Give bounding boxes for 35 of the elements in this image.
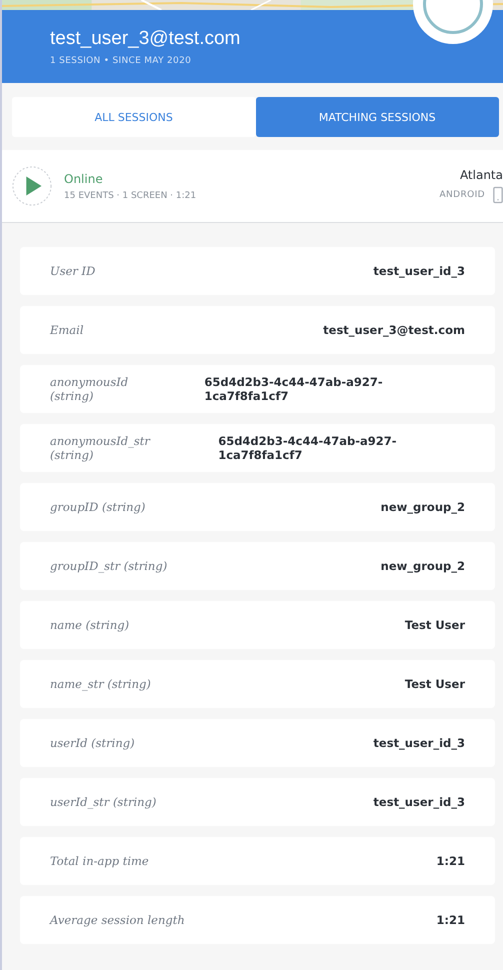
attribute-value: test_user_id_3 [373, 795, 465, 809]
attribute-value: Test User [404, 618, 465, 632]
attribute-value: new_group_2 [380, 500, 465, 514]
attribute-label: userId (string) [50, 736, 135, 750]
play-icon[interactable] [12, 166, 52, 206]
attribute-label: name_str (string) [50, 677, 151, 691]
attribute-label: groupID (string) [50, 500, 146, 514]
session-summary: 1 SESSION • SINCE MAY 2020 [50, 56, 192, 66]
session-status: Online [64, 172, 104, 186]
attribute-label: anonymousId_str (string) [50, 434, 152, 462]
phone-icon [493, 186, 503, 204]
tab[interactable]: ALL SESSIONS [12, 97, 256, 137]
attribute-label: userId_str (string) [50, 795, 156, 809]
session-row[interactable]: Online 15 EVENTS · 1 SCREEN · 1:21 Atlanta ANDROID [2, 150, 503, 223]
attribute-value: Test User [404, 677, 465, 691]
session-platform: ANDROID [439, 190, 485, 200]
attribute-label: Total in-app time [50, 854, 149, 868]
attribute-label: User ID [50, 264, 96, 278]
user-email: test_user_3@test.com [50, 28, 240, 50]
attribute-label: groupID_str (string) [50, 559, 168, 573]
attribute-label: anonymousId (string) [50, 375, 130, 403]
attribute-value: 65d4d2b3-4c44-47ab-a927-1ca7f8fa1cf7 [204, 375, 384, 403]
attribute-value: test_user_id_3 [373, 264, 465, 278]
attribute-value: 1:21 [436, 913, 465, 927]
attribute-value: test_user_3@test.com [323, 323, 465, 337]
attribute-value: 65d4d2b3-4c44-47ab-a927-1ca7f8fa1cf7 [218, 434, 398, 462]
session-details: 15 EVENTS · 1 SCREEN · 1:21 [64, 190, 196, 200]
attribute-value: test_user_id_3 [373, 736, 465, 750]
attribute-label: Average session length [50, 913, 185, 927]
attribute-label: Email [50, 323, 84, 337]
session-city: Atlanta [460, 168, 503, 182]
attribute-value: 1:21 [436, 854, 465, 868]
attribute-label: name (string) [50, 618, 130, 632]
attribute-value: new_group_2 [380, 559, 465, 573]
tab[interactable]: MATCHING SESSIONS [256, 97, 499, 137]
